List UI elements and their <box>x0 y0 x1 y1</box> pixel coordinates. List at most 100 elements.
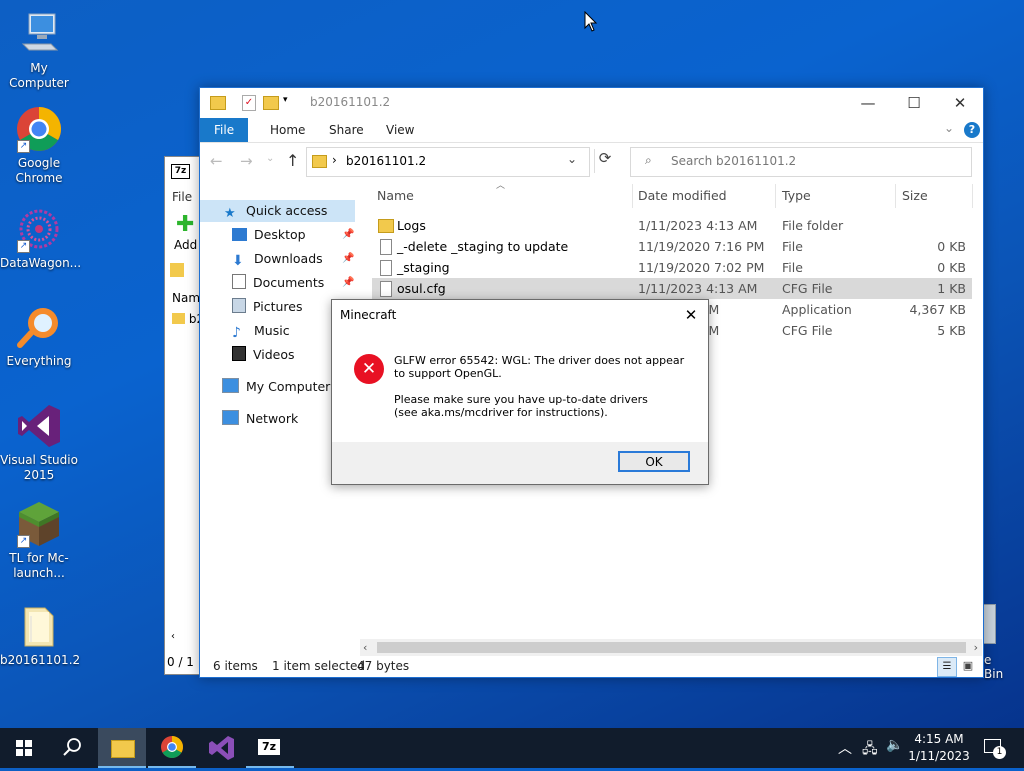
scroll-left-icon[interactable]: ‹ <box>363 639 367 656</box>
desktop-icon-chrome[interactable]: ↗ Google Chrome <box>0 105 78 186</box>
column-header-name[interactable]: Name <box>377 186 414 206</box>
shortcut-arrow-icon: ↗ <box>17 535 30 548</box>
pin-icon: 📌 <box>342 229 355 240</box>
tab-view[interactable]: View <box>372 118 428 142</box>
column-header-date[interactable]: Date modified <box>638 186 727 206</box>
taskbar-chrome[interactable] <box>148 728 196 768</box>
table-row[interactable]: _staging 11/19/2020 7:02 PM File 0 KB <box>372 257 972 278</box>
address-bar[interactable]: › b20161101.2 ⌄ <box>306 147 590 177</box>
forward-arrow-icon[interactable]: → <box>240 152 253 170</box>
status-item-count: 6 items <box>213 659 258 673</box>
pin-icon: 📌 <box>342 253 355 264</box>
action-center-button[interactable]: 1 <box>982 736 1006 760</box>
tab-home[interactable]: Home <box>256 118 319 142</box>
taskbar-file-explorer[interactable] <box>98 728 146 768</box>
folder-icon <box>210 96 226 110</box>
chrome-icon: ↗ <box>15 105 63 153</box>
visual-studio-icon <box>15 402 63 450</box>
nav-quick-access[interactable]: ★ Quick access <box>200 200 355 222</box>
quick-access-dropdown-icon[interactable]: ▾ <box>283 95 288 105</box>
datawagon-icon: ↗ <box>15 205 63 253</box>
search-button[interactable] <box>48 728 96 768</box>
show-hidden-icons-icon[interactable]: ︿ <box>838 738 852 758</box>
error-icon: ✕ <box>354 354 384 384</box>
search-icon <box>63 738 81 756</box>
monitor-icon <box>222 378 239 393</box>
column-header-type[interactable]: Type <box>782 186 811 206</box>
plus-icon: ✚ <box>176 212 195 237</box>
expand-ribbon-icon[interactable]: ⌄ <box>944 121 954 135</box>
table-row[interactable]: _-delete _staging to update 11/19/2020 7… <box>372 236 972 257</box>
title-bar[interactable]: ✓ ▾ b20161101.2 — ☐ ✕ <box>200 88 983 118</box>
taskbar: 7z ︿ 🖧 🔈 4:15 AM 1/11/2023 1 <box>0 728 1024 768</box>
sort-ascending-icon: ︿ <box>496 181 506 191</box>
address-text: b20161101.2 <box>346 154 427 168</box>
scroll-left-icon[interactable]: ‹ <box>171 631 175 642</box>
tab-share[interactable]: Share <box>315 118 378 142</box>
scroll-right-icon[interactable]: › <box>974 639 978 656</box>
desktop-icon-everything[interactable]: Everything <box>0 303 78 369</box>
error-hint: Please make sure you have up-to-date dri… <box>394 393 648 419</box>
address-dropdown-icon[interactable]: ⌄ <box>567 152 577 166</box>
taskbar-7zip[interactable]: 7z <box>246 728 294 768</box>
dialog-button-area: OK <box>332 442 708 484</box>
search-input[interactable]: ⌕ Search b20161101.2 <box>630 147 972 177</box>
desktop-icon-folder-b20161101[interactable]: b20161101.2 <box>0 602 80 668</box>
status-selected: 1 item selected <box>272 659 366 673</box>
network-icon <box>222 410 239 425</box>
scroll-thumb[interactable] <box>377 642 966 653</box>
table-row-selected[interactable]: osul.cfg 1/11/2023 4:13 AM CFG File 1 KB <box>372 278 972 299</box>
start-button[interactable] <box>0 728 48 768</box>
refresh-icon[interactable]: ⟳ <box>594 149 615 173</box>
nav-downloads[interactable]: ⬇ Downloads 📌 <box>232 248 354 270</box>
maximize-button[interactable]: ☐ <box>891 88 937 118</box>
error-dialog[interactable]: Minecraft ✕ ✕ GLFW error 65542: WGL: The… <box>331 299 709 485</box>
recent-locations-icon[interactable]: ⌄ <box>266 153 274 164</box>
network-tray-icon[interactable]: 🖧 <box>862 738 878 762</box>
windows-logo-icon <box>16 740 32 756</box>
new-folder-icon[interactable] <box>263 96 279 110</box>
chrome-icon <box>161 736 183 758</box>
properties-checkmark-icon[interactable]: ✓ <box>242 95 256 111</box>
volume-tray-icon[interactable]: 🔈 <box>886 737 903 753</box>
status-bytes: 47 bytes <box>357 659 410 673</box>
desktop-icon-datawagon[interactable]: ↗ DataWagon... <box>0 205 81 271</box>
navigation-bar: ← → ⌄ ↑ › b20161101.2 ⌄ ⟳ ⌕ Search b2016… <box>200 146 983 178</box>
ok-button[interactable]: OK <box>618 451 690 472</box>
sevenzip-app-icon: 7z <box>258 739 280 755</box>
window-title: b20161101.2 <box>310 95 391 109</box>
back-arrow-icon[interactable]: ← <box>210 152 223 170</box>
nav-documents[interactable]: Documents 📌 <box>232 272 354 294</box>
clock[interactable]: 4:15 AM 1/11/2023 <box>906 731 972 765</box>
sevenzip-app-icon: 7z <box>171 164 190 179</box>
search-icon: ⌕ <box>645 153 652 167</box>
file-icon <box>380 239 392 255</box>
tab-file[interactable]: File <box>200 118 249 142</box>
sevenzip-menu-file[interactable]: File <box>172 190 192 204</box>
column-header-size[interactable]: Size <box>902 186 928 206</box>
close-button[interactable]: ✕ <box>937 88 983 118</box>
horizontal-scrollbar[interactable]: ‹ › <box>360 639 982 656</box>
column-divider <box>632 184 633 208</box>
nav-desktop[interactable]: Desktop 📌 <box>232 224 354 246</box>
minimize-button[interactable]: — <box>845 88 891 118</box>
desktop-icon-tl-launcher[interactable]: ↗ TL for Mc-launch... <box>0 500 78 581</box>
details-view-icon[interactable]: ☰ <box>937 657 957 677</box>
table-row[interactable]: Logs 1/11/2023 4:13 AM File folder <box>372 215 972 236</box>
desktop-icon-visual-studio[interactable]: Visual Studio 2015 <box>0 402 78 483</box>
dialog-title: Minecraft <box>340 308 397 322</box>
taskbar-visual-studio[interactable] <box>197 728 245 768</box>
sevenzip-status: 0 / 1 <box>167 655 194 669</box>
help-icon[interactable]: ? <box>964 122 980 138</box>
large-icons-view-icon[interactable]: ▣ <box>960 658 976 674</box>
desktop-icon-my-computer[interactable]: My Computer <box>0 10 78 91</box>
column-divider <box>895 184 896 208</box>
music-note-icon: ♪ <box>232 325 241 341</box>
up-arrow-icon[interactable]: ↑ <box>286 151 299 170</box>
desktop-icon <box>232 228 247 241</box>
file-icon <box>380 260 392 276</box>
dialog-close-button[interactable]: ✕ <box>678 303 704 327</box>
star-icon: ★ <box>224 206 236 221</box>
everything-search-icon <box>15 303 63 351</box>
folder-up-icon[interactable] <box>170 263 184 277</box>
